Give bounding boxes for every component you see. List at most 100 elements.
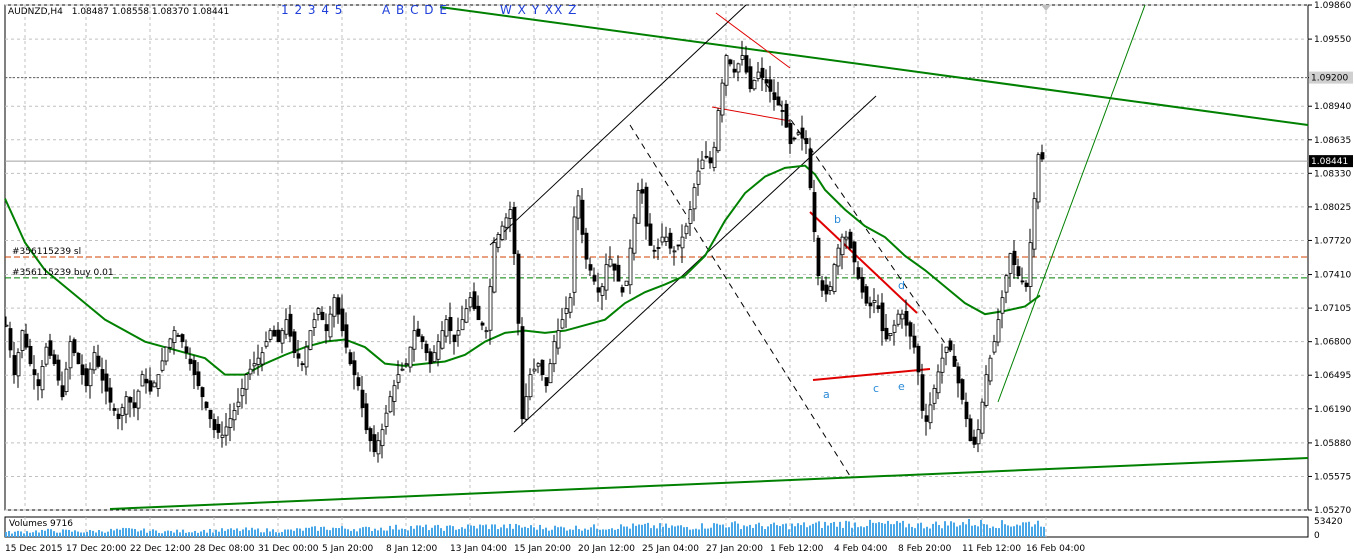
volume-bar [683, 527, 685, 537]
volume-bar [905, 527, 907, 537]
candle-body [308, 330, 313, 350]
volume-bar [128, 528, 130, 537]
volume-bar [704, 528, 706, 537]
volume-bar [728, 527, 730, 537]
volume-bar [692, 529, 694, 537]
candle-body [608, 258, 613, 267]
volume-bar [98, 530, 100, 537]
volume-bar [446, 525, 448, 537]
volume-bar [902, 520, 904, 537]
volume-bar [992, 526, 994, 537]
channel-upper [489, 4, 747, 246]
volume-bar [119, 529, 121, 537]
volume-bar [779, 526, 781, 537]
numbers-text: 1 2 3 4 5 [281, 3, 344, 17]
volume-bar [269, 531, 271, 537]
candle-body [892, 324, 897, 333]
candle-body [32, 369, 37, 376]
volume-bar [143, 528, 145, 537]
candle-body [1012, 250, 1017, 266]
candle-body [68, 341, 73, 369]
candle-body [620, 287, 625, 293]
volume-bar [386, 530, 388, 537]
volume-bar [371, 531, 373, 537]
volume-bar [455, 529, 457, 537]
volume-bar [491, 524, 493, 537]
x-tick-label: 22 Dec 12:00 [130, 544, 191, 554]
volume-bar [155, 530, 157, 537]
volume-bar [383, 530, 385, 537]
candle-body [396, 374, 401, 383]
volume-bar [185, 532, 187, 537]
candle-body [932, 388, 937, 404]
volume-bar [293, 530, 295, 537]
volume-bar [527, 528, 529, 537]
volume-bar [686, 526, 688, 537]
volume-bar [983, 524, 985, 537]
candle-body [948, 340, 953, 351]
volume-bar [374, 528, 376, 537]
wave-label-e: e [898, 380, 905, 393]
volume-bar [92, 530, 94, 537]
candle-body [104, 373, 109, 392]
candle-body [148, 380, 153, 392]
volume-bar [788, 529, 790, 537]
candle-body [544, 377, 549, 387]
candle-body [304, 346, 309, 368]
volume-bar [1031, 526, 1033, 537]
candle-body [368, 428, 373, 442]
volume-bar [734, 521, 736, 537]
candle-body [1020, 280, 1025, 283]
volume-bar [665, 523, 667, 537]
volume-bar [740, 529, 742, 537]
x-tick-label: 8 Jan 12:00 [386, 544, 438, 554]
candle-body [864, 286, 869, 304]
volume-bar [959, 525, 961, 537]
volume-bar [260, 532, 262, 537]
volume-bar [32, 532, 34, 537]
candle-body [232, 410, 237, 421]
chart-shift-marker-icon [1041, 5, 1051, 11]
candle-body [896, 313, 901, 325]
volume-bar [221, 528, 223, 537]
candle-body [452, 334, 457, 343]
candle-body [20, 330, 25, 351]
candle-body [1004, 275, 1009, 293]
candle-body [260, 352, 265, 365]
candle-body [384, 412, 389, 427]
volume-bar [365, 526, 367, 537]
volume-bar [407, 530, 409, 537]
volume-bar [719, 524, 721, 537]
volume-bar [749, 524, 751, 537]
volume-bar [80, 532, 82, 537]
candle-body [280, 330, 285, 344]
volume-bar [815, 522, 817, 537]
candle-body [708, 157, 713, 164]
volume-bar [398, 529, 400, 537]
candle-body [128, 397, 133, 403]
volume-bar [968, 519, 970, 537]
candle-body [964, 401, 969, 420]
candle-body [912, 335, 917, 348]
volume-bar [1034, 524, 1036, 537]
volume-bar [74, 530, 76, 537]
candle-body [848, 231, 853, 249]
candle-body [664, 236, 669, 242]
volume-bar [359, 528, 361, 537]
volume-bar [938, 525, 940, 537]
volume-bar [842, 527, 844, 537]
candle-body [336, 297, 341, 315]
volume-bar [170, 530, 172, 537]
candle-body [724, 55, 729, 86]
volume-bar [314, 526, 316, 537]
candle-body [512, 206, 517, 255]
y-tick-label: 1.08940 [1314, 102, 1351, 112]
candle-body [1024, 282, 1029, 288]
volume-bar [716, 523, 718, 537]
candle-body [120, 407, 125, 416]
volume-bar [266, 528, 268, 537]
volume-bar [770, 524, 772, 537]
candle-body [340, 308, 345, 332]
volume-bar [53, 531, 55, 537]
volume-bar [113, 530, 115, 537]
